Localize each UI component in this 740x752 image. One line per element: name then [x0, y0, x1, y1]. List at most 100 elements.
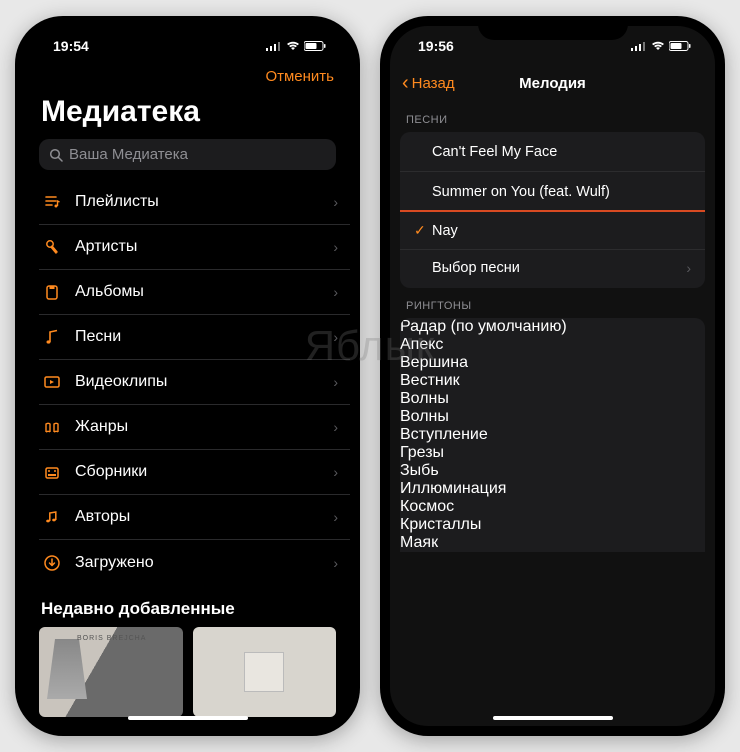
- authors-icon: [39, 508, 65, 526]
- songs-group: Can't Feel My Face Summer on You (feat. …: [400, 132, 705, 288]
- cellular-icon: [266, 41, 282, 51]
- song-row[interactable]: Summer on You (feat. Wulf): [400, 172, 705, 212]
- library-row-video[interactable]: Видеоклипы ›: [39, 360, 350, 405]
- chevron-right-icon: ›: [333, 239, 338, 255]
- library-row-album[interactable]: Альбомы ›: [39, 270, 350, 315]
- song-row[interactable]: ✓ Nay: [400, 210, 705, 250]
- ringtone-row[interactable]: Вершина: [400, 354, 705, 372]
- back-button[interactable]: ‹ Назад: [402, 73, 455, 93]
- song-label: Summer on You (feat. Wulf): [432, 184, 691, 200]
- ringtone-row[interactable]: Космос: [400, 498, 705, 516]
- row-label: Песни: [75, 328, 333, 346]
- ringtones-group: Радар (по умолчанию)АпексВершинаВестникВ…: [400, 318, 705, 552]
- ringtone-label: Волны: [400, 390, 449, 407]
- genre-icon: [39, 418, 65, 436]
- ringtone-label: Грезы: [400, 444, 444, 461]
- recent-header: Недавно добавленные: [25, 585, 350, 627]
- row-label: Сборники: [75, 463, 333, 481]
- ringtones-header: РИНГТОНЫ: [390, 288, 715, 318]
- row-label: Плейлисты: [75, 193, 333, 211]
- song-label: Can't Feel My Face: [432, 144, 691, 160]
- ringtone-label: Волны: [400, 408, 449, 425]
- song-row[interactable]: Выбор песни ›: [400, 248, 705, 288]
- cancel-button[interactable]: Отменить: [265, 68, 334, 85]
- row-label: Загружено: [75, 554, 333, 572]
- ringtone-row[interactable]: Апекс: [400, 336, 705, 354]
- search-input[interactable]: Ваша Медиатека: [39, 139, 336, 170]
- wifi-icon: [286, 41, 300, 51]
- status-time: 19:56: [418, 38, 454, 54]
- page-title: Медиатека: [25, 91, 350, 139]
- ringtone-label: Радар (по умолчанию): [400, 318, 567, 335]
- ringtone-row[interactable]: Иллюминация: [400, 480, 705, 498]
- status-bar: 19:54: [25, 26, 350, 66]
- row-label: Видеоклипы: [75, 373, 333, 391]
- chevron-right-icon: ›: [333, 194, 338, 210]
- library-row-genre[interactable]: Жанры ›: [39, 405, 350, 450]
- search-icon: [49, 148, 63, 162]
- album-icon: [39, 283, 65, 301]
- library-row-comp[interactable]: Сборники ›: [39, 450, 350, 495]
- album-cover[interactable]: [39, 627, 183, 717]
- song-label: Выбор песни: [432, 260, 686, 276]
- ringtone-label: Вестник: [400, 372, 460, 389]
- album-cover[interactable]: [193, 627, 337, 717]
- library-row-authors[interactable]: Авторы ›: [39, 495, 350, 540]
- library-row-playlist[interactable]: Плейлисты ›: [39, 180, 350, 225]
- ringtone-row[interactable]: Волны: [400, 390, 705, 408]
- library-row-mic[interactable]: Артисты ›: [39, 225, 350, 270]
- library-row-note[interactable]: Песни ›: [39, 315, 350, 360]
- library-list: Плейлисты › Артисты › Альбомы › Песни › …: [25, 180, 350, 585]
- song-label: Nay: [432, 223, 691, 239]
- chevron-right-icon: ›: [333, 419, 338, 435]
- ringtone-row[interactable]: Кристаллы: [400, 516, 705, 534]
- battery-icon: [304, 41, 326, 51]
- ringtone-label: Зыбь: [400, 462, 439, 479]
- download-icon: [39, 554, 65, 572]
- ringtone-label: Вершина: [400, 354, 468, 371]
- song-row[interactable]: Can't Feel My Face: [400, 132, 705, 172]
- note-icon: [39, 328, 65, 346]
- ringtone-label: Космос: [400, 498, 454, 515]
- ringtone-row[interactable]: Радар (по умолчанию): [400, 318, 705, 336]
- ringtone-row[interactable]: Маяк: [400, 534, 705, 552]
- ringtone-label: Апекс: [400, 336, 443, 353]
- chevron-right-icon: ›: [333, 284, 338, 300]
- mic-icon: [39, 238, 65, 256]
- ringtone-row[interactable]: Грезы: [400, 444, 705, 462]
- status-time: 19:54: [53, 38, 89, 54]
- recent-albums: [25, 627, 350, 717]
- wifi-icon: [651, 41, 665, 51]
- ringtone-label: Иллюминация: [400, 480, 506, 497]
- row-label: Жанры: [75, 418, 333, 436]
- ringtone-row[interactable]: Вступление: [400, 426, 705, 444]
- status-bar: 19:56: [390, 26, 715, 66]
- ringtone-label: Кристаллы: [400, 516, 481, 533]
- cellular-icon: [631, 41, 647, 51]
- row-label: Альбомы: [75, 283, 333, 301]
- chevron-right-icon: ›: [333, 509, 338, 525]
- chevron-right-icon: ›: [333, 555, 338, 571]
- chevron-left-icon: ‹: [402, 73, 409, 93]
- battery-icon: [669, 41, 691, 51]
- video-icon: [39, 373, 65, 391]
- chevron-right-icon: ›: [333, 464, 338, 480]
- library-row-download[interactable]: Загружено ›: [39, 540, 350, 585]
- back-label: Назад: [412, 75, 455, 92]
- chevron-right-icon: ›: [333, 374, 338, 390]
- phone-right: 19:56 ‹ Назад Ме: [380, 16, 725, 736]
- ringtone-row[interactable]: Вестник: [400, 372, 705, 390]
- ringtone-label: Маяк: [400, 534, 438, 551]
- comp-icon: [39, 463, 65, 481]
- home-indicator[interactable]: [493, 716, 613, 720]
- ringtone-row[interactable]: Зыбь: [400, 462, 705, 480]
- phone-left: 19:54 Отменить Медиатека: [15, 16, 360, 736]
- chevron-right-icon: ›: [686, 260, 691, 276]
- search-placeholder: Ваша Медиатека: [69, 146, 188, 163]
- home-indicator[interactable]: [128, 716, 248, 720]
- ringtone-label: Вступление: [400, 426, 488, 443]
- ringtone-row[interactable]: Волны: [400, 408, 705, 426]
- chevron-right-icon: ›: [333, 329, 338, 345]
- check-icon: ✓: [414, 222, 432, 239]
- playlist-icon: [39, 193, 65, 211]
